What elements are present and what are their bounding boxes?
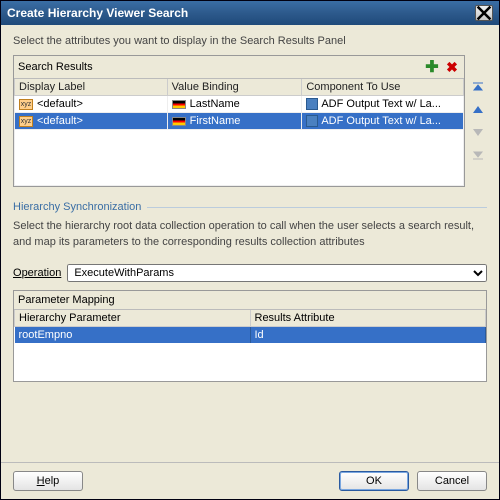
parameter-mapping-label: Parameter Mapping xyxy=(14,291,486,310)
move-down-button[interactable] xyxy=(469,123,487,141)
sync-heading: Hierarchy Synchronization xyxy=(13,201,141,213)
search-results-label: Search Results xyxy=(18,61,93,73)
cell-display-label: <default> xyxy=(37,115,83,127)
parameter-mapping-box: Parameter Mapping Hierarchy Parameter Re… xyxy=(13,290,487,382)
operation-row: Operation ExecuteWithParams xyxy=(13,264,487,282)
cell-value-binding: LastName xyxy=(190,98,240,110)
cell-value-binding: FirstName xyxy=(190,115,241,127)
dialog-title: Create Hierarchy Viewer Search xyxy=(7,6,188,20)
content-area: Select the attributes you want to displa… xyxy=(1,25,499,462)
search-results-toolbar: ✚ ✖ xyxy=(424,59,460,75)
delete-icon[interactable]: ✖ xyxy=(444,59,460,75)
help-button[interactable]: Help xyxy=(13,471,83,491)
col-component[interactable]: Component To Use xyxy=(302,79,464,96)
titlebar: Create Hierarchy Viewer Search xyxy=(1,1,499,25)
move-up-button[interactable] xyxy=(469,101,487,119)
reorder-buttons xyxy=(469,79,487,163)
locale-icon xyxy=(172,117,186,126)
move-bottom-button[interactable] xyxy=(469,145,487,163)
search-results-section: Search Results ✚ ✖ Display Label Value B… xyxy=(13,55,487,187)
table-header-row: Hierarchy Parameter Results Attribute xyxy=(15,310,486,327)
operation-label: Operation xyxy=(13,267,61,279)
sync-hint: Select the hierarchy root data collectio… xyxy=(13,219,487,250)
component-icon xyxy=(306,115,318,127)
search-results-box: Search Results ✚ ✖ Display Label Value B… xyxy=(13,55,465,187)
search-results-table: Display Label Value Binding Component To… xyxy=(14,79,464,186)
table-empty-area xyxy=(15,130,464,186)
close-button[interactable] xyxy=(475,5,493,21)
table-row[interactable]: xyz <default> FirstName ADF Output Text w… xyxy=(15,113,464,130)
col-display-label[interactable]: Display Label xyxy=(15,79,168,96)
dialog: Create Hierarchy Viewer Search Select th… xyxy=(0,0,500,500)
col-hierarchy-param[interactable]: Hierarchy Parameter xyxy=(15,310,251,327)
display-type-icon: xyz xyxy=(19,116,33,127)
intro-text: Select the attributes you want to displa… xyxy=(13,35,487,47)
display-type-icon: xyz xyxy=(19,99,33,110)
operation-select[interactable]: ExecuteWithParams xyxy=(67,264,487,282)
table-row[interactable]: rootEmpno Id xyxy=(15,326,486,343)
table-header-row: Display Label Value Binding Component To… xyxy=(15,79,464,96)
locale-icon xyxy=(172,100,186,109)
cell-component: ADF Output Text w/ La... xyxy=(321,98,441,110)
parameter-mapping-table: Hierarchy Parameter Results Attribute ro… xyxy=(14,310,486,343)
cancel-button[interactable]: Cancel xyxy=(417,471,487,491)
divider xyxy=(147,207,487,208)
col-results-attr[interactable]: Results Attribute xyxy=(250,310,486,327)
ok-button[interactable]: OK xyxy=(339,471,409,491)
add-icon[interactable]: ✚ xyxy=(424,59,440,75)
sync-section-header: Hierarchy Synchronization xyxy=(13,201,487,213)
col-value-binding[interactable]: Value Binding xyxy=(167,79,302,96)
search-results-header: Search Results ✚ ✖ xyxy=(14,56,464,79)
cell-param: rootEmpno xyxy=(15,326,251,343)
right-buttons: OK Cancel xyxy=(339,471,487,491)
table-row[interactable]: xyz <default> LastName ADF Output Text w/… xyxy=(15,96,464,113)
cell-display-label: <default> xyxy=(37,98,83,110)
cell-attr: Id xyxy=(250,326,486,343)
move-top-button[interactable] xyxy=(469,79,487,97)
component-icon xyxy=(306,98,318,110)
cell-component: ADF Output Text w/ La... xyxy=(321,115,441,127)
button-bar: Help OK Cancel xyxy=(1,462,499,499)
